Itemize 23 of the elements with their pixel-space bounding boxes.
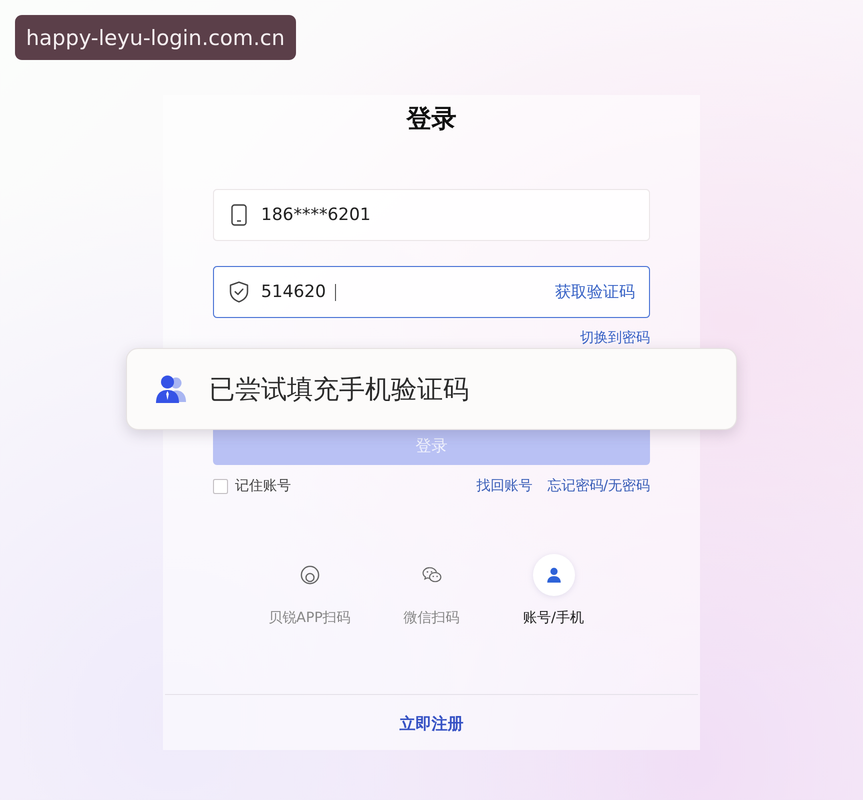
login-method-tab[interactable]: 微信扫码	[370, 554, 492, 627]
toast-message: 已尝试填充手机验证码	[209, 374, 469, 406]
get-code-link[interactable]: 获取验证码	[555, 282, 635, 302]
account-help-link[interactable]: 忘记密码/无密码	[547, 477, 650, 495]
page-title: 登录	[406, 104, 456, 134]
account-help-link[interactable]: 找回账号	[476, 477, 532, 495]
remember-account-checkbox[interactable]: 记住账号	[213, 477, 291, 495]
login-method-tab[interactable]: 贝锐APP扫码	[248, 554, 370, 627]
phone-number: 186****6201	[261, 205, 371, 225]
switch-to-password-link[interactable]: 切换到密码	[580, 330, 650, 347]
users-icon	[155, 374, 187, 404]
address-label: happy-leyu-login.com.cn	[15, 15, 296, 60]
phone-icon	[231, 204, 247, 226]
shield-check-icon	[229, 281, 249, 303]
code-value: 514620	[261, 282, 326, 302]
ring-icon	[300, 565, 320, 585]
code-field[interactable]: 514620 获取验证码	[213, 266, 650, 318]
person-icon	[532, 554, 574, 596]
phone-field[interactable]: 186****6201	[213, 189, 650, 241]
text-cursor	[334, 284, 336, 300]
register-link[interactable]: 立即注册	[400, 714, 464, 733]
login-method-tab[interactable]: 账号/手机	[492, 554, 614, 627]
chat-bubbles-icon	[422, 565, 442, 585]
